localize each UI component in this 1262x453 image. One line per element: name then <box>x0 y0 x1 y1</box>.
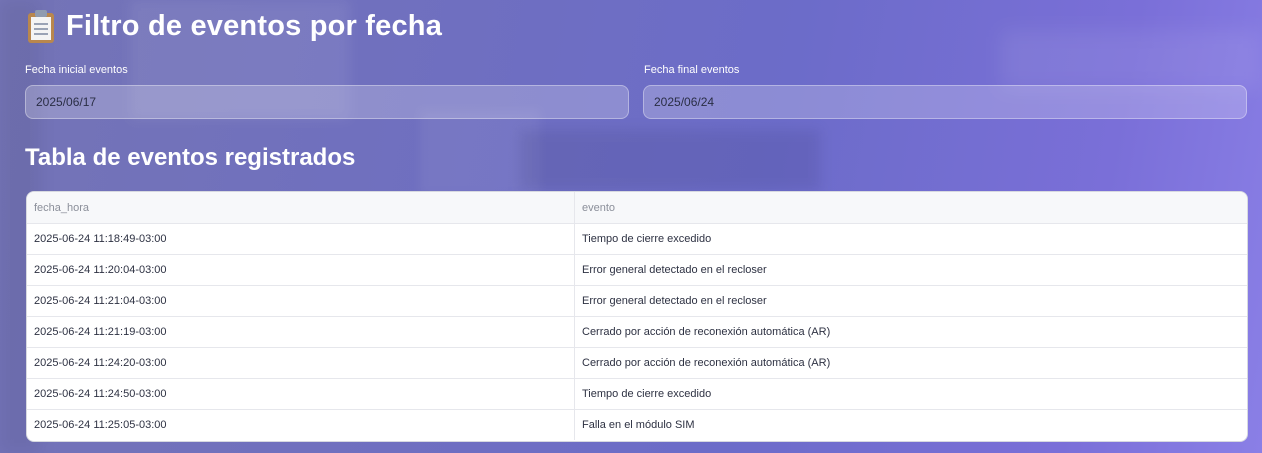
cell-fecha-hora: 2025-06-24 11:21:19-03:00 <box>27 316 575 348</box>
table-row[interactable]: 2025-06-24 11:21:04-03:00 Error general … <box>27 285 1247 317</box>
cell-evento: Error general detectado en el recloser <box>574 285 1247 317</box>
end-date-input[interactable]: 2025/06/24 <box>643 85 1247 119</box>
events-table[interactable]: fecha_hora evento 2025-06-24 11:18:49-03… <box>26 191 1248 442</box>
table-row[interactable]: 2025-06-24 11:24:20-03:00 Cerrado por ac… <box>27 347 1247 379</box>
cell-evento: Cerrado por acción de reconexión automát… <box>574 316 1247 348</box>
cell-fecha-hora: 2025-06-24 11:21:04-03:00 <box>27 285 575 317</box>
clipboard-icon <box>26 9 56 43</box>
table-row[interactable]: 2025-06-24 11:25:05-03:00 Falla en el mó… <box>27 409 1247 440</box>
page-title: Filtro de eventos por fecha <box>66 9 443 42</box>
background-decoration <box>420 110 540 195</box>
cell-evento: Tiempo de cierre excedido <box>574 223 1247 255</box>
cell-fecha-hora: 2025-06-24 11:18:49-03:00 <box>27 223 575 255</box>
table-header-row: fecha_hora evento <box>27 192 1247 224</box>
column-header-evento[interactable]: evento <box>574 192 1247 224</box>
start-date-label: Fecha inicial eventos <box>25 64 128 76</box>
table-title: Tabla de eventos registrados <box>25 144 356 171</box>
cell-fecha-hora: 2025-06-24 11:25:05-03:00 <box>27 409 575 440</box>
end-date-label: Fecha final eventos <box>644 64 740 76</box>
table-row[interactable]: 2025-06-24 11:18:49-03:00 Tiempo de cier… <box>27 223 1247 255</box>
cell-evento: Falla en el módulo SIM <box>582 419 695 431</box>
background-decoration <box>1000 30 1262 90</box>
background-decoration <box>520 130 820 190</box>
cell-fecha-hora: 2025-06-24 11:24:20-03:00 <box>27 347 575 379</box>
cell-evento: Error general detectado en el recloser <box>574 254 1247 286</box>
cell-fecha-hora: 2025-06-24 11:20:04-03:00 <box>27 254 575 286</box>
cell-fecha-hora: 2025-06-24 11:24:50-03:00 <box>27 378 575 410</box>
table-row[interactable]: 2025-06-24 11:20:04-03:00 Error general … <box>27 254 1247 286</box>
table-row[interactable]: 2025-06-24 11:21:19-03:00 Cerrado por ac… <box>27 316 1247 348</box>
start-date-input[interactable]: 2025/06/17 <box>25 85 629 119</box>
cell-evento: Tiempo de cierre excedido <box>574 378 1247 410</box>
table-row[interactable]: 2025-06-24 11:24:50-03:00 Tiempo de cier… <box>27 378 1247 410</box>
cell-evento: Cerrado por acción de reconexión automát… <box>574 347 1247 379</box>
page-header: Filtro de eventos por fecha <box>26 4 442 48</box>
column-header-fecha-hora[interactable]: fecha_hora <box>27 192 575 224</box>
